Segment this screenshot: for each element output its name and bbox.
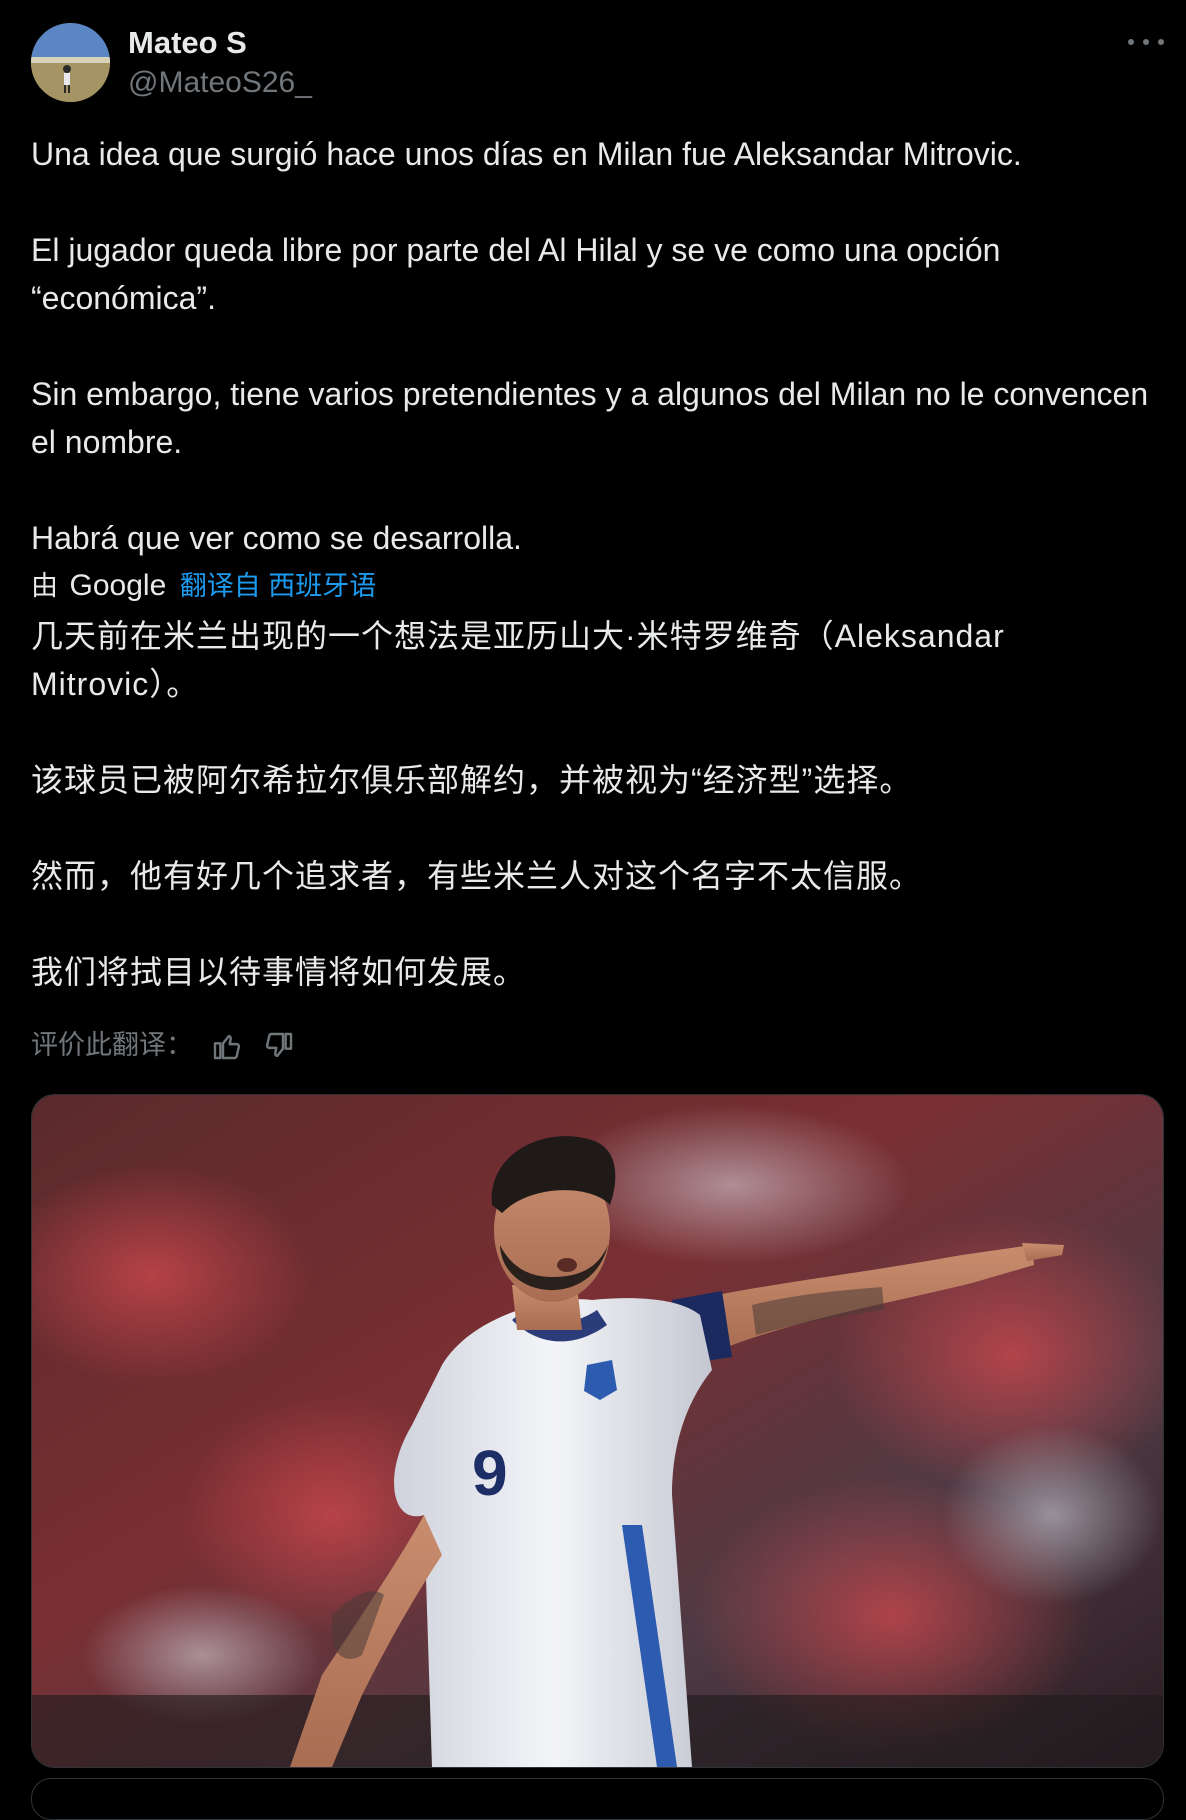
tweet-paragraph-1: Una idea que surgió hace unos días en Mi…: [31, 136, 1022, 172]
display-name[interactable]: Mateo S: [128, 24, 247, 62]
tweet: Mateo S @MateoS26_ Una idea que surgió h…: [0, 0, 1186, 1820]
tweet-paragraph-3: Sin embargo, tiene varios pretendientes …: [31, 376, 1149, 460]
thumbs-down-icon[interactable]: [263, 1030, 295, 1062]
translation-paragraph-3: 然而，他有好几个追求者，有些米兰人对这个名字不太信服。: [31, 858, 923, 894]
player-photo-icon: 9: [32, 1095, 1163, 1767]
avatar-photo-icon: [31, 23, 110, 102]
translation-attribution: 由 Google 翻译自 西班牙语: [31, 566, 376, 606]
user-handle[interactable]: @MateoS26_: [128, 64, 312, 102]
avatar[interactable]: [31, 23, 110, 102]
translated-by-prefix: 由: [31, 571, 58, 601]
translated-from-link[interactable]: 翻译自 西班牙语: [180, 571, 377, 601]
tweet-paragraph-4: Habrá que ver como se desarrolla.: [31, 520, 522, 556]
translation-paragraph-2: 该球员已被阿尔希拉尔俱乐部解约，并被视为“经济型”选择。: [31, 762, 913, 798]
tweet-paragraph-2: El jugador queda libre por parte del Al …: [31, 232, 1001, 316]
next-tweet-edge: [31, 1778, 1164, 1820]
more-options-icon[interactable]: [1126, 26, 1166, 56]
tweet-media-image[interactable]: 9: [31, 1094, 1164, 1768]
translation-paragraph-4: 我们将拭目以待事情将如何发展。: [31, 954, 527, 990]
rate-translation-label: 评价此翻译：: [31, 1030, 193, 1060]
jersey-number: 9: [472, 1437, 508, 1509]
google-label: Google: [69, 569, 167, 602]
translation-paragraph-1: 几天前在米兰出现的一个想法是亚历山大·米特罗维奇（Aleksandar Mitr…: [31, 618, 1005, 702]
thumbs-up-icon[interactable]: [211, 1030, 243, 1062]
